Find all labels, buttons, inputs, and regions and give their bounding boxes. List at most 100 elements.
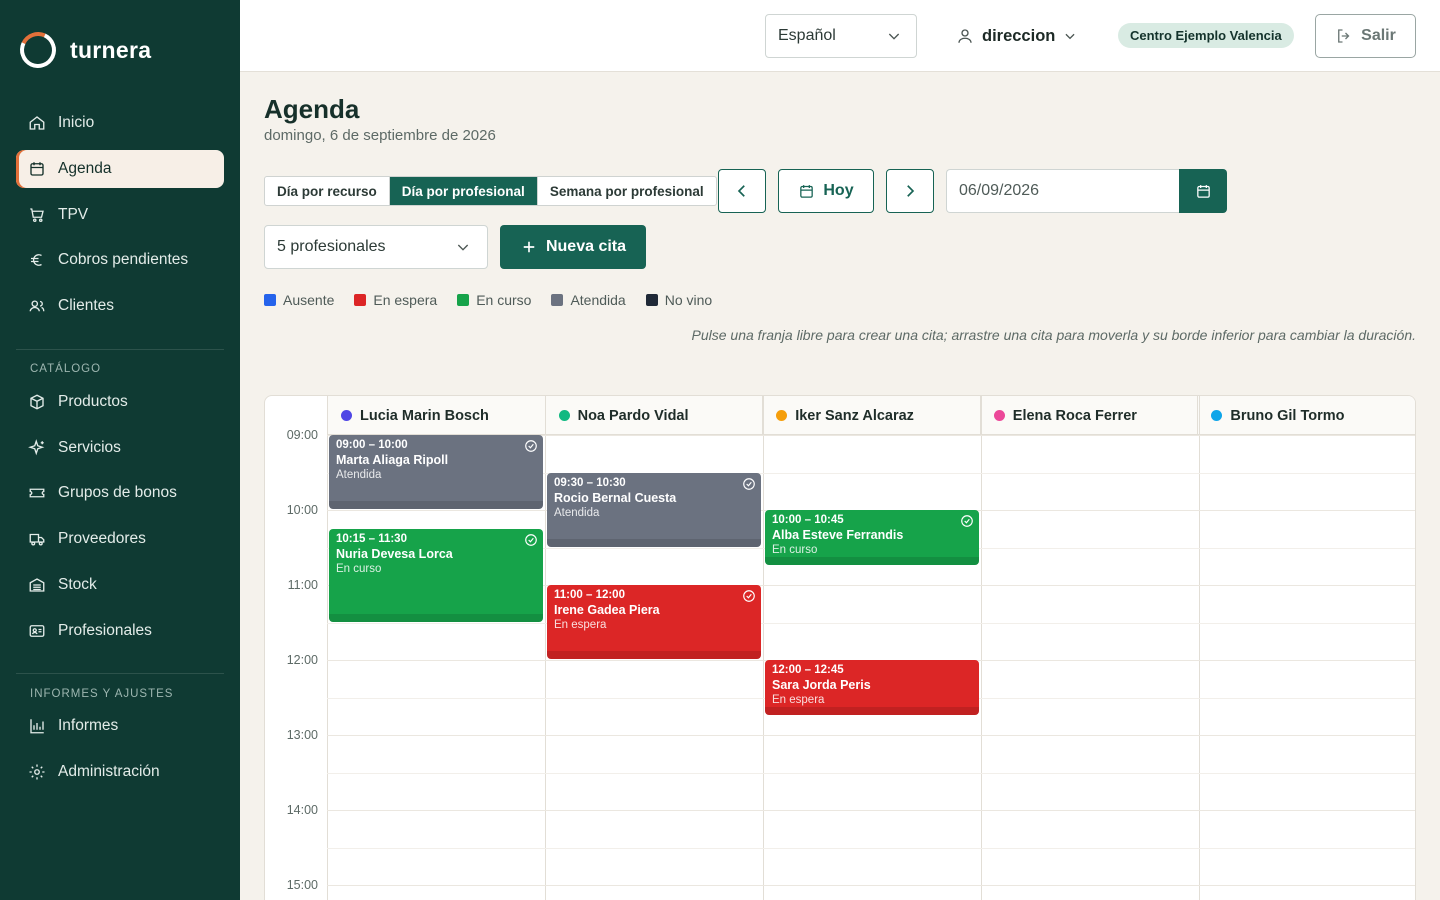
resize-handle[interactable] xyxy=(329,613,543,622)
appointment-client: Marta Aliaga Ripoll xyxy=(336,453,449,467)
sidebar-item-administracion[interactable]: Administración xyxy=(16,753,224,791)
appointment-card[interactable]: 12:00 – 12:45 Sara Jorda Peris En espera xyxy=(765,660,979,716)
appointment-card[interactable]: 11:00 – 12:00 Irene Gadea Piera En espera xyxy=(547,585,761,659)
time-label: 13:00 xyxy=(286,728,318,742)
view-toggle: Día por recurso Día por profesional Sema… xyxy=(264,176,717,206)
appointment-time: 11:00 – 12:00 xyxy=(554,589,625,601)
sidebar-divider xyxy=(16,349,224,350)
chevron-right-icon xyxy=(907,185,915,197)
sidebar-item-profesionales[interactable]: Profesionales xyxy=(16,612,224,650)
appointment-time: 09:00 – 10:00 xyxy=(336,439,408,451)
sidebar-item-label: TPV xyxy=(58,206,89,223)
professional-color-dot xyxy=(776,410,788,421)
appointment-time: 09:30 – 10:30 xyxy=(554,476,626,489)
professional-name: Iker Sanz Alcaraz xyxy=(795,407,914,424)
today-button[interactable]: Hoy xyxy=(778,169,874,213)
professional-header: Bruno Gil Tormo xyxy=(1197,396,1415,435)
date-picker-button[interactable] xyxy=(1179,169,1227,213)
calendar-icon xyxy=(1196,184,1210,198)
legend-swatch xyxy=(354,294,367,306)
resize-handle[interactable] xyxy=(547,651,761,659)
appointment-status: Atendida xyxy=(554,506,600,519)
half-hour-slot[interactable] xyxy=(327,847,1415,849)
hour-line xyxy=(327,885,1415,886)
new-appointment-label: Nueva cita xyxy=(545,238,627,255)
hour-line xyxy=(327,735,1415,736)
agenda-grid: Lucia Marin Bosch Noa Pardo Vidal Iker S… xyxy=(264,395,1416,900)
sidebar-item-cobros[interactable]: Cobros pendientes xyxy=(16,241,224,279)
sparkle-icon xyxy=(28,439,46,457)
user-icon xyxy=(958,29,972,43)
section-label-catalogo: CATÁLOGO xyxy=(30,363,102,375)
sidebar-item-servicios[interactable]: Servicios xyxy=(16,429,224,467)
view-dia-profesional[interactable]: Día por profesional xyxy=(389,177,538,205)
page-date: domingo, 6 de septiembre de 2026 xyxy=(264,127,496,144)
view-semana-profesional[interactable]: Semana por profesional xyxy=(538,177,716,205)
legend-label: En curso xyxy=(476,292,532,308)
sidebar-item-bonos[interactable]: Grupos de bonos xyxy=(16,474,224,512)
language-select[interactable]: Español xyxy=(765,14,917,58)
new-appointment-button[interactable]: Nueva cita xyxy=(500,225,646,269)
calendar-icon xyxy=(800,184,814,198)
professionals-select[interactable]: 5 profesionales xyxy=(264,225,488,269)
legend-label: Ausente xyxy=(283,292,335,308)
resize-handle[interactable] xyxy=(765,707,979,716)
sidebar-item-label: Stock xyxy=(58,576,97,593)
usage-hint: Pulse una franja libre para crear una ci… xyxy=(691,327,1416,343)
appointment-card[interactable]: 09:00 – 10:00 Marta Aliaga Ripoll Atendida xyxy=(329,435,543,509)
sidebar-item-inicio[interactable]: Inicio xyxy=(16,104,224,142)
resize-handle[interactable] xyxy=(765,557,979,566)
logout-button[interactable]: Salir xyxy=(1315,14,1416,58)
check-circle-icon[interactable] xyxy=(742,589,756,603)
sidebar-item-tpv[interactable]: TPV xyxy=(16,196,224,234)
user-menu[interactable]: direccion xyxy=(956,22,1077,50)
appointment-time: 10:00 – 10:45 xyxy=(772,514,844,526)
half-hour-slot[interactable] xyxy=(327,622,1415,624)
next-day-button[interactable] xyxy=(886,169,934,213)
sidebar-item-stock[interactable]: Stock xyxy=(16,566,224,604)
prev-day-button[interactable] xyxy=(718,169,766,213)
professionals-select-value: 5 profesionales xyxy=(277,238,386,255)
resize-handle[interactable] xyxy=(329,501,543,509)
sidebar-item-label: Servicios xyxy=(58,439,121,456)
professional-name: Lucia Marin Bosch xyxy=(360,407,489,424)
sidebar-item-clientes[interactable]: Clientes xyxy=(16,287,224,325)
check-circle-icon[interactable] xyxy=(960,514,974,528)
sidebar-item-label: Administración xyxy=(58,763,160,780)
appointment-card[interactable]: 10:00 – 10:45 Alba Esteve Ferrandis En cur… xyxy=(765,510,979,566)
legend-atendida: Atendida xyxy=(551,292,626,308)
legend-swatch xyxy=(551,294,564,306)
professional-header: Noa Pardo Vidal xyxy=(544,396,763,435)
check-circle-icon[interactable] xyxy=(524,439,538,453)
home-icon xyxy=(28,114,46,132)
check-circle-icon[interactable] xyxy=(524,533,538,547)
professional-header: Elena Roca Ferrer xyxy=(979,396,1198,435)
check-circle-icon[interactable] xyxy=(742,477,756,491)
appointment-card[interactable]: 09:30 – 10:30 Rocio Bernal Cuesta Atendida xyxy=(547,472,761,547)
sidebar-item-label: Clientes xyxy=(58,297,114,314)
sidebar-item-proveedores[interactable]: Proveedores xyxy=(16,520,224,558)
logout-label: Salir xyxy=(1361,27,1396,44)
appointment-card[interactable]: 10:15 – 11:30 Nuria Devesa Lorca En curso xyxy=(329,528,543,622)
users-icon xyxy=(28,297,46,315)
sidebar-item-productos[interactable]: Productos xyxy=(16,383,224,421)
brand-logo[interactable]: turnera xyxy=(14,26,151,74)
professional-name: Elena Roca Ferrer xyxy=(1012,407,1137,424)
date-input[interactable]: 06/09/2026 xyxy=(946,169,1180,213)
chevron-down-icon xyxy=(888,33,900,40)
view-dia-recurso[interactable]: Día por recurso xyxy=(265,177,390,205)
sidebar: turnera Inicio Agenda TPV Cobros pendien… xyxy=(0,0,240,900)
sidebar-item-informes[interactable]: Informes xyxy=(16,707,224,745)
half-hour-slot[interactable] xyxy=(327,772,1415,774)
sidebar-item-agenda[interactable]: Agenda xyxy=(16,150,224,188)
logo-ring-icon xyxy=(14,26,62,74)
sidebar-item-label: Cobros pendientes xyxy=(58,251,189,268)
resize-handle[interactable] xyxy=(547,538,761,547)
appointment-client: Irene Gadea Piera xyxy=(554,603,660,617)
legend-label: Atendida xyxy=(570,292,626,308)
box-icon xyxy=(28,393,46,411)
appointment-client: Alba Esteve Ferrandis xyxy=(772,528,904,542)
appointment-client: Sara Jorda Peris xyxy=(772,678,871,692)
sidebar-item-label: Profesionales xyxy=(58,622,152,639)
time-label: 12:00 xyxy=(286,653,318,667)
